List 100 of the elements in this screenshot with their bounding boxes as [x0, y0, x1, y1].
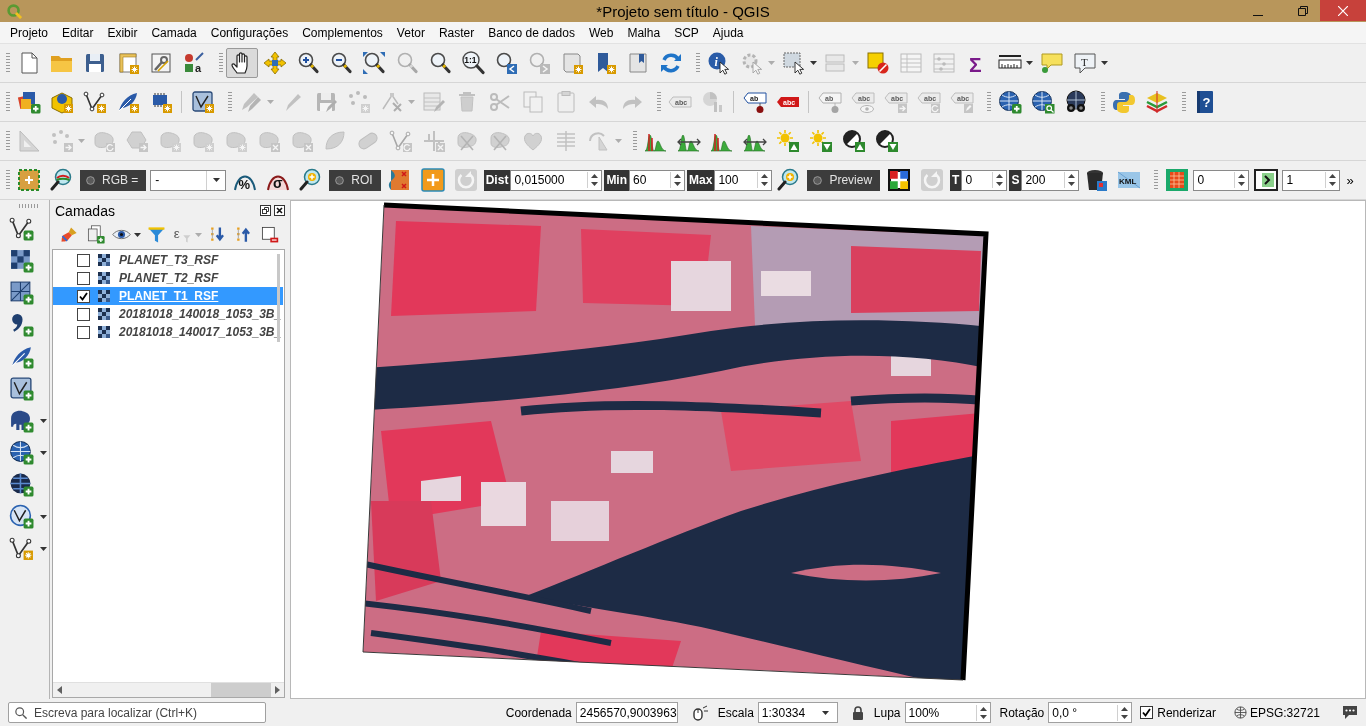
caret-icon[interactable] [1101, 61, 1108, 65]
menu-item[interactable]: Malha [620, 25, 668, 40]
pages-plus-icon[interactable] [86, 225, 105, 244]
speech-balloon-icon[interactable] [1040, 51, 1064, 75]
overflow-button[interactable]: » [1340, 172, 1357, 188]
zoom-full-icon[interactable] [362, 51, 386, 75]
menu-item[interactable]: Ajuda [705, 25, 751, 40]
grip-icon[interactable] [1182, 91, 1186, 113]
select-pointer-icon[interactable] [782, 51, 806, 75]
spin-field[interactable]: 0,015000 [510, 169, 603, 191]
vertex-line-plus-icon[interactable] [9, 216, 34, 241]
text-balloon-icon[interactable]: T [1073, 51, 1097, 75]
comma-plus-icon[interactable] [9, 312, 34, 337]
grip-icon[interactable] [6, 91, 10, 113]
spin-field[interactable]: 60 [629, 169, 686, 191]
layer-checkbox[interactable] [77, 289, 90, 303]
layer-checkbox[interactable] [77, 325, 90, 339]
caret-icon[interactable] [822, 710, 830, 715]
collapse-tree-icon[interactable] [234, 225, 253, 244]
feather-star-icon[interactable] [116, 90, 140, 114]
globe-plus-icon[interactable] [9, 472, 34, 497]
grip-icon[interactable] [6, 169, 10, 191]
contrast-down-icon[interactable] [875, 129, 899, 153]
feather-plus-icon[interactable] [9, 344, 34, 369]
contrast-up-icon[interactable] [842, 129, 866, 153]
crs-button[interactable]: EPSG:32721 [1233, 705, 1320, 720]
filter-icon[interactable] [147, 225, 166, 244]
spin-field[interactable]: 1 [1282, 169, 1341, 191]
menu-item[interactable]: Vetor [389, 25, 432, 40]
bookmark-sheet-icon[interactable] [626, 51, 650, 75]
magnifier-bands-icon[interactable] [50, 168, 74, 192]
python-icon[interactable] [1112, 90, 1136, 114]
sigma-icon[interactable]: Σ [965, 51, 989, 75]
caret-icon[interactable] [40, 514, 47, 519]
page-wrench-icon[interactable] [149, 51, 173, 75]
close-icon[interactable] [274, 205, 285, 216]
color-grid-plus-icon[interactable] [887, 168, 912, 192]
layer-checkbox[interactable] [77, 307, 90, 321]
horizontal-scrollbar[interactable] [53, 682, 284, 697]
menu-item[interactable]: Configurações [203, 25, 296, 40]
spin-field[interactable]: 0 [1193, 169, 1250, 191]
caret-icon[interactable] [40, 546, 47, 551]
globe-plus-icon[interactable] [9, 440, 34, 465]
spin-field[interactable]: 0 [961, 169, 1008, 191]
grip-icon[interactable] [219, 52, 223, 74]
zoom-out-icon[interactable] [329, 51, 353, 75]
restore-icon[interactable] [1298, 6, 1308, 16]
bin-icon[interactable] [1084, 168, 1109, 192]
menu-item[interactable]: Banco de dados [481, 25, 582, 40]
menu-item[interactable]: Raster [431, 25, 482, 40]
menu-item[interactable]: Camada [144, 25, 204, 40]
menu-item[interactable]: Web [582, 25, 621, 40]
float-icon[interactable] [260, 205, 271, 216]
caret-icon[interactable] [40, 418, 47, 423]
grip-icon[interactable] [633, 130, 637, 152]
scroll-right-icon[interactable] [275, 686, 280, 694]
layer-name[interactable]: PLANET_T2_RSF [119, 271, 219, 285]
plus-square-icon[interactable] [420, 168, 445, 192]
menu-item[interactable]: Complementos [295, 25, 390, 40]
globe-magnifier-icon[interactable] [1031, 90, 1055, 114]
page-ruler-star-icon[interactable] [116, 51, 140, 75]
coordinate-field[interactable]: 2456570,9003963 [575, 702, 678, 723]
mouse-icon[interactable] [691, 704, 708, 721]
zoom-back-icon[interactable] [494, 51, 518, 75]
framed-vertex-plus-icon[interactable] [9, 376, 34, 401]
grip-icon[interactable] [696, 52, 700, 74]
chevron-square-icon[interactable] [1254, 168, 1279, 192]
caret-icon[interactable] [810, 61, 817, 65]
layer-name[interactable]: 20181018_140018_1053_3B_ [119, 307, 282, 321]
menu-item[interactable]: SCP [667, 25, 706, 40]
sheet-cross-marks-icon[interactable] [387, 168, 412, 192]
map-canvas[interactable] [290, 200, 1366, 699]
layer-checkbox[interactable] [77, 253, 90, 267]
raster-grid-icon[interactable] [1165, 168, 1190, 192]
globe-vertex-plus-icon[interactable] [9, 504, 34, 529]
checkbox[interactable] [1140, 706, 1154, 719]
zoom-in-icon[interactable] [296, 51, 320, 75]
vertex-line-star-icon[interactable] [83, 90, 107, 114]
globe-binoculars-icon[interactable] [1064, 90, 1088, 114]
layer-stack-icon[interactable] [1145, 90, 1169, 114]
globe-plus-icon[interactable] [998, 90, 1022, 114]
caret-icon[interactable] [1026, 61, 1033, 65]
menu-item[interactable]: Editar [55, 25, 101, 40]
scroll-left-icon[interactable] [57, 686, 62, 694]
search-field[interactable]: Escreva para localizar (Ctrl+K) [8, 702, 266, 723]
rotation-spin-field[interactable]: 0,0 ° [1048, 702, 1133, 723]
magnifier-icon[interactable] [428, 51, 452, 75]
box-globe-star-icon[interactable] [50, 90, 74, 114]
expand-tree-icon[interactable] [208, 225, 227, 244]
toggle-button[interactable]: RGB = [80, 169, 147, 191]
square-no-sign-icon[interactable] [866, 51, 890, 75]
menu-item[interactable]: Projeto [3, 25, 56, 40]
layers-plus-icon[interactable] [17, 90, 41, 114]
spin-field[interactable]: 100 [714, 169, 773, 191]
toggle-button[interactable]: Preview [807, 169, 881, 191]
caret-icon[interactable] [134, 232, 141, 237]
brightness-down-icon[interactable] [809, 129, 833, 153]
layer-name[interactable]: 20181018_140017_1053_3B_ [119, 325, 282, 339]
layer-checkbox[interactable] [77, 271, 90, 285]
close-button[interactable] [1320, 0, 1366, 21]
